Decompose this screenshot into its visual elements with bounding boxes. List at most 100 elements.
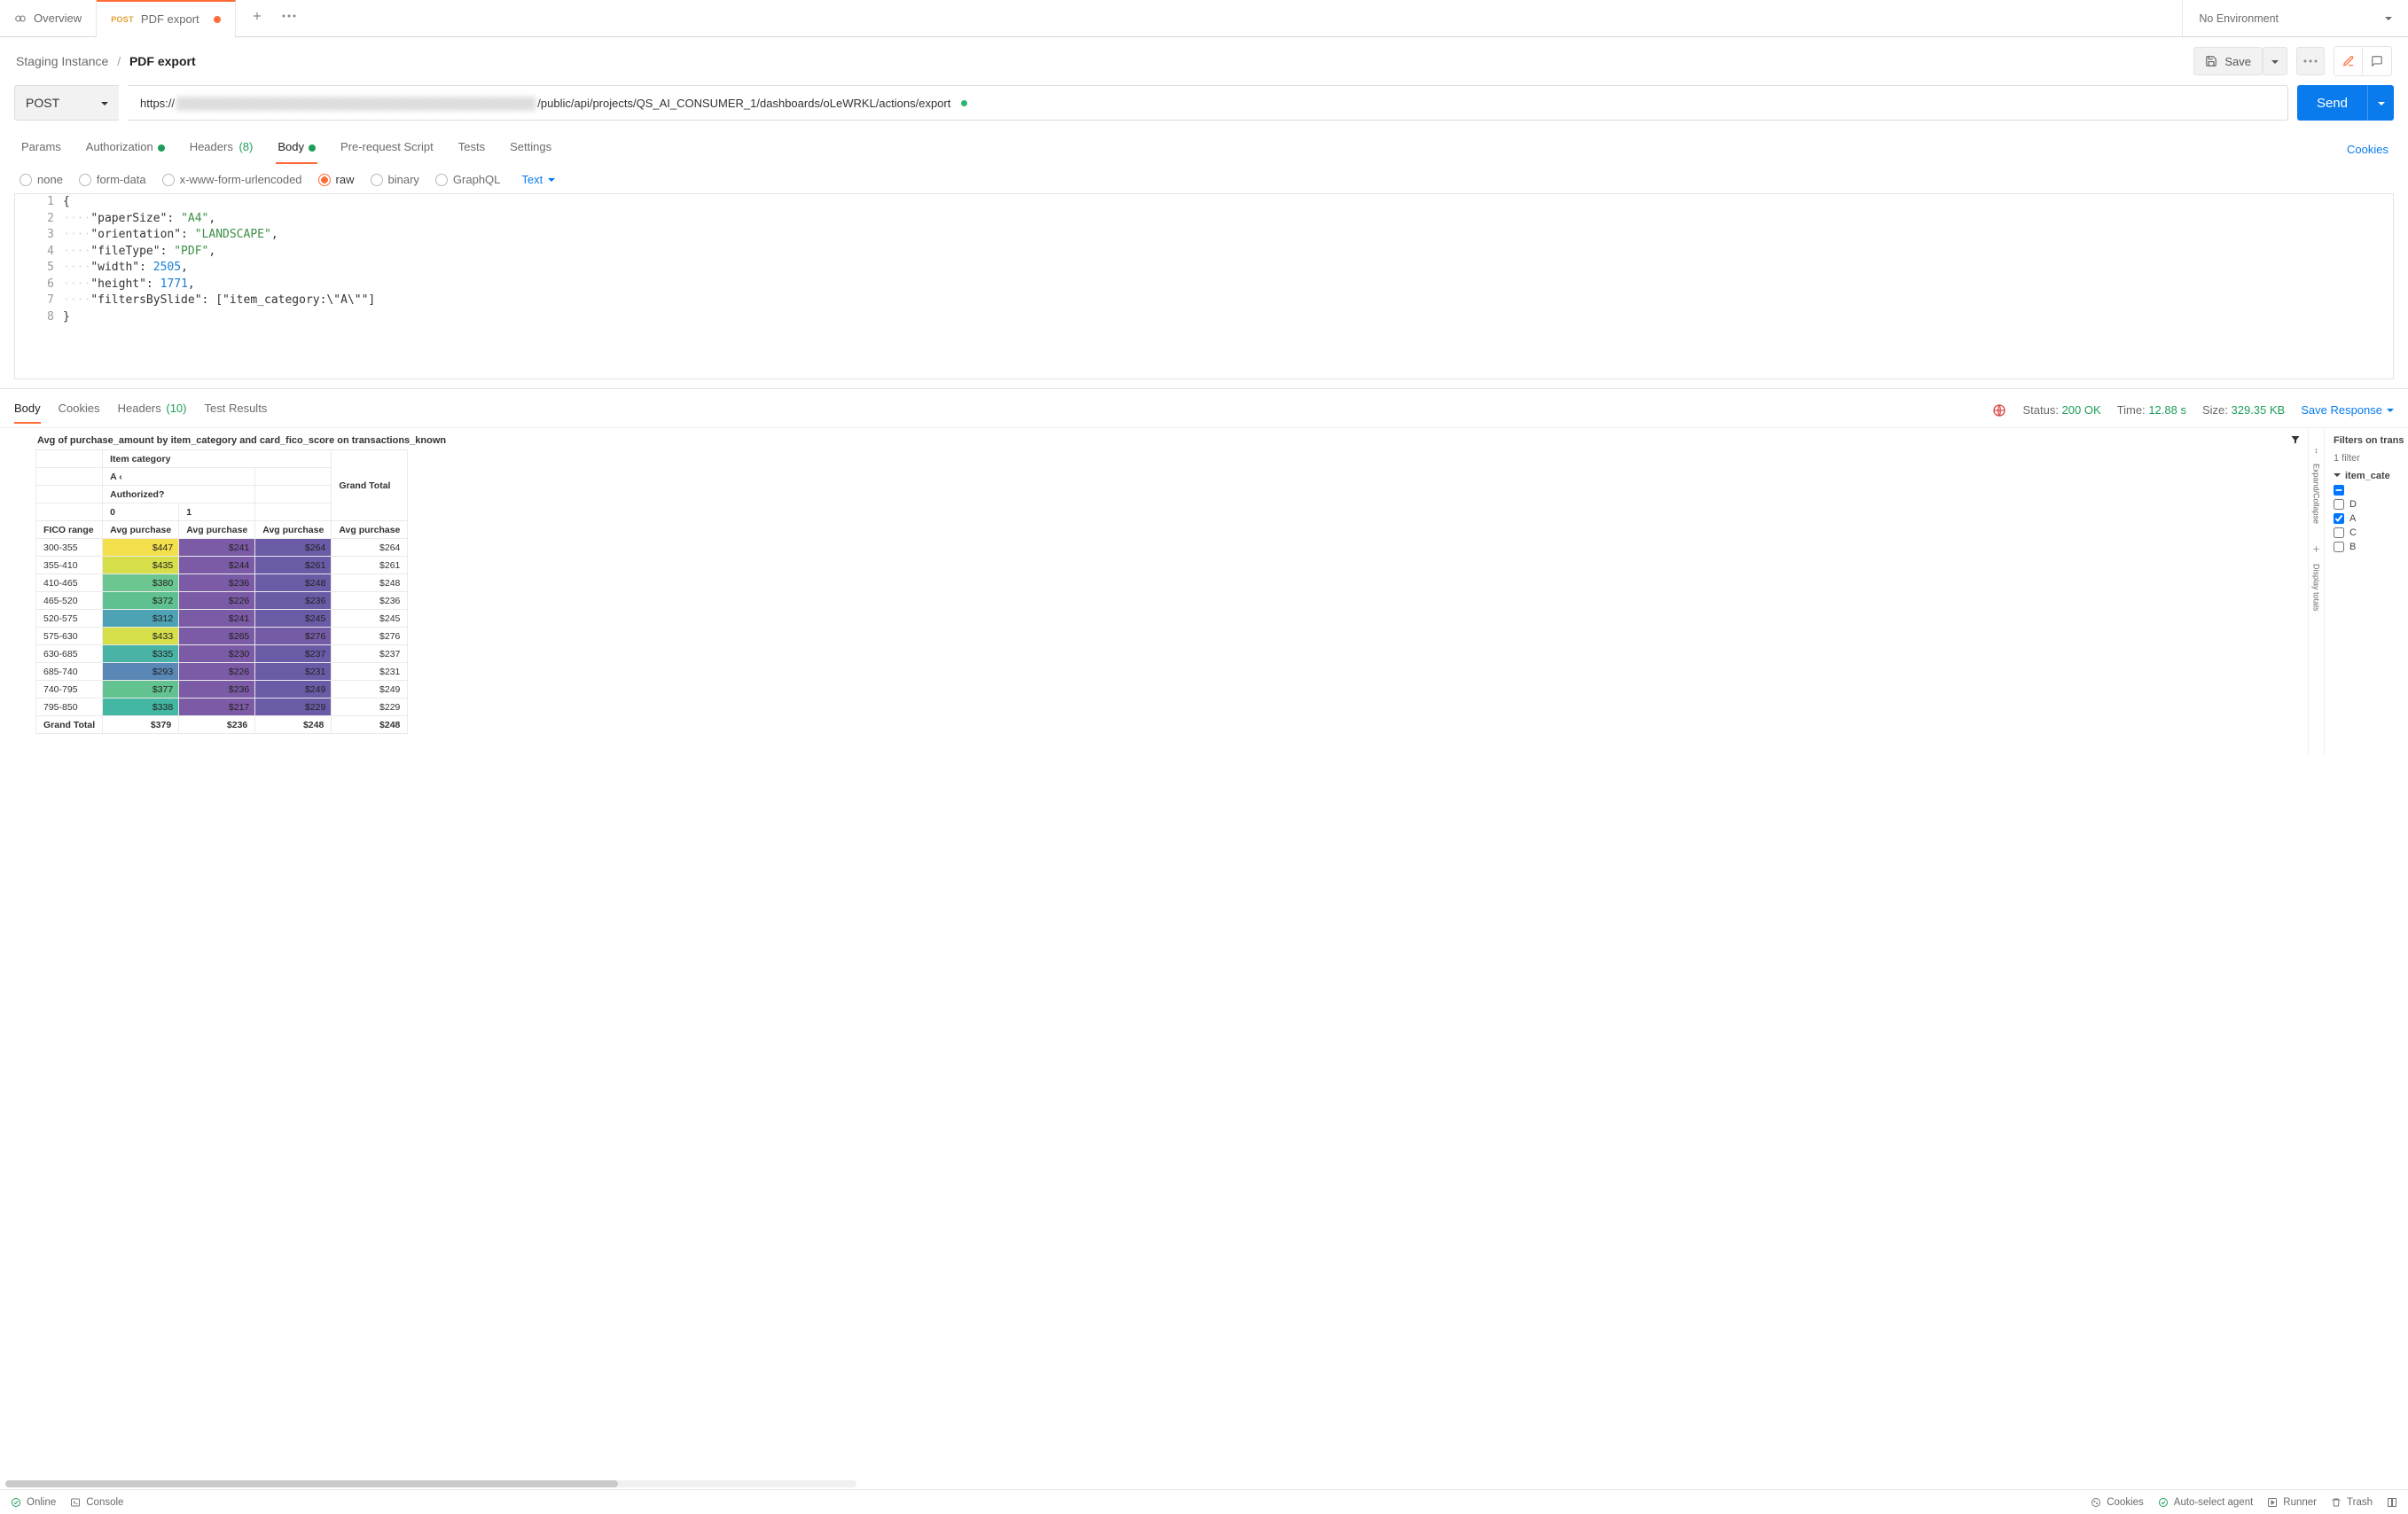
tab-request-pdf-export[interactable]: POST PDF export (97, 0, 235, 36)
status-runner[interactable]: Runner (2267, 1497, 2317, 1508)
tab-params[interactable]: Params (20, 135, 63, 164)
body-code-editor[interactable]: 1{2····"paperSize": "A4",3····"orientati… (14, 193, 2394, 379)
cookie-icon (2091, 1497, 2101, 1508)
more-actions-button[interactable] (2296, 47, 2325, 75)
status-dot-icon (158, 144, 165, 152)
filter-checkbox[interactable]: C (2334, 527, 2408, 538)
chevron-down-icon (101, 96, 108, 110)
tab-authorization[interactable]: Authorization (84, 135, 167, 164)
tab-tests[interactable]: Tests (457, 135, 487, 164)
more-icon (2303, 59, 2318, 63)
environment-selector[interactable]: No Environment (2182, 0, 2408, 36)
chevron-down-icon (2378, 96, 2385, 111)
chevron-down-icon (2387, 403, 2394, 417)
filter-icon[interactable] (2290, 434, 2301, 445)
tab-method-badge: POST (111, 15, 134, 24)
play-icon (2267, 1497, 2278, 1508)
filters-count: 1 filter (2334, 453, 2408, 464)
filter-group-toggle[interactable]: item_cate (2334, 471, 2408, 481)
filters-panel: Filters on trans 1 filter item_cate DACB (2324, 428, 2408, 755)
trash-icon (2331, 1497, 2342, 1508)
filter-checkbox[interactable]: D (2334, 499, 2408, 510)
save-response-button[interactable]: Save Response (2301, 403, 2394, 417)
bodytype-urlencoded[interactable]: x-www-form-urlencoded (162, 173, 302, 186)
send-options-button[interactable] (2367, 85, 2394, 121)
check-circle-icon (2158, 1497, 2169, 1508)
save-icon (2205, 55, 2217, 67)
filters-title: Filters on trans (2334, 435, 2408, 446)
size-value: 329.35 KB (2232, 403, 2286, 417)
tab-label: PDF export (141, 12, 199, 26)
expand-collapse-icon[interactable]: ↕ (2314, 446, 2318, 455)
resp-tab-body[interactable]: Body (14, 396, 41, 424)
save-options-button[interactable] (2263, 47, 2287, 75)
display-totals-icon[interactable]: ＋ (2312, 543, 2320, 555)
method-select[interactable]: POST (14, 85, 119, 121)
pivot-side-tools: ↕ Expand/Collapse ＋ Display totals (2308, 428, 2324, 755)
tab-settings[interactable]: Settings (508, 135, 553, 164)
tab-prerequest[interactable]: Pre-request Script (339, 135, 435, 164)
expand-collapse-label[interactable]: Expand/Collapse (2312, 464, 2321, 524)
top-tabs-bar: Overview POST PDF export No Environment (0, 0, 2408, 37)
status-console[interactable]: Console (70, 1497, 123, 1508)
response-body-preview[interactable]: Avg of purchase_amount by item_category … (0, 428, 2308, 755)
chevron-down-icon (548, 173, 555, 186)
body-language-select[interactable]: Text (521, 173, 555, 186)
tab-dirty-dot-icon (214, 16, 221, 23)
plus-icon (251, 10, 263, 22)
url-input[interactable]: https:// ███████████████████████████████… (128, 85, 2288, 121)
breadcrumb: Staging Instance / PDF export (16, 54, 196, 68)
comment-button[interactable] (2363, 47, 2391, 75)
send-button[interactable]: Send (2297, 85, 2367, 121)
new-tab-button[interactable] (241, 0, 273, 32)
status-auto-agent[interactable]: Auto-select agent (2158, 1497, 2254, 1508)
status-value: 200 OK (2062, 403, 2101, 417)
more-icon (282, 14, 296, 18)
check-circle-icon (11, 1497, 21, 1508)
cookies-link[interactable]: Cookies (2347, 143, 2388, 156)
status-panes[interactable] (2387, 1497, 2397, 1508)
status-cookies[interactable]: Cookies (2091, 1497, 2144, 1508)
chevron-down-icon (2385, 12, 2392, 25)
filter-checkbox[interactable] (2334, 485, 2408, 496)
save-label: Save (2224, 55, 2251, 68)
time-value: 12.88 s (2148, 403, 2186, 417)
method-value: POST (26, 96, 59, 110)
breadcrumb-sep: / (117, 54, 121, 68)
chevron-down-icon (2271, 55, 2279, 68)
tab-label: Overview (34, 12, 82, 25)
pivot-title: Avg of purchase_amount by item_category … (35, 435, 2308, 446)
tab-more-button[interactable] (273, 0, 305, 32)
bodytype-raw[interactable]: raw (318, 173, 355, 186)
bodytype-graphql[interactable]: GraphQL (435, 173, 500, 186)
overview-icon (14, 12, 27, 25)
edit-button[interactable] (2334, 47, 2363, 75)
resp-tab-cookies[interactable]: Cookies (59, 396, 100, 424)
resp-tab-testresults[interactable]: Test Results (205, 396, 268, 424)
status-trash[interactable]: Trash (2331, 1497, 2373, 1508)
filter-checkbox[interactable]: A (2334, 513, 2408, 524)
url-status-icon (961, 100, 967, 106)
environment-label: No Environment (2199, 12, 2279, 25)
status-online[interactable]: Online (11, 1497, 56, 1508)
filter-checkbox[interactable]: B (2334, 542, 2408, 552)
bodytype-none[interactable]: none (20, 173, 63, 186)
tab-headers[interactable]: Headers (8) (188, 135, 255, 164)
pivot-table: Item categoryGrand TotalA ‹Authorized?01… (35, 449, 408, 734)
status-dot-icon (309, 144, 316, 152)
tab-body[interactable]: Body (276, 135, 317, 164)
horizontal-scrollbar[interactable] (5, 1480, 856, 1487)
chevron-down-icon (2334, 471, 2341, 481)
bodytype-binary[interactable]: binary (371, 173, 419, 186)
tab-overview[interactable]: Overview (0, 0, 97, 36)
pencil-icon (2342, 55, 2355, 67)
bodytype-formdata[interactable]: form-data (79, 173, 146, 186)
display-totals-label[interactable]: Display totals (2312, 564, 2321, 612)
network-icon[interactable] (1992, 403, 2006, 418)
panes-icon (2387, 1497, 2397, 1508)
save-button[interactable]: Save (2193, 47, 2263, 75)
breadcrumb-parent[interactable]: Staging Instance (16, 54, 108, 68)
comment-icon (2371, 55, 2383, 67)
resp-tab-headers[interactable]: Headers (10) (118, 396, 187, 424)
console-icon (70, 1497, 81, 1508)
